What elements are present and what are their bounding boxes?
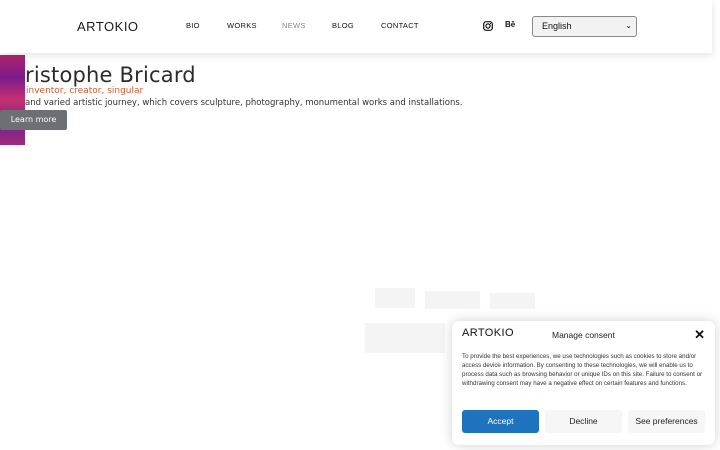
decline-button[interactable]: Decline [545,410,622,433]
consent-title: Manage consent [552,330,615,340]
behance-icon[interactable]: Bē [505,20,515,29]
hero-description: and varied artistic journey, which cover… [25,98,463,108]
nav-contact[interactable]: CONTACT [381,21,419,30]
nav-works[interactable]: WORKS [227,21,257,30]
language-selected: English [542,21,572,31]
hero-title: ristophe Bricard [25,63,196,87]
accept-button[interactable]: Accept [462,410,539,433]
cookie-consent-dialog: ARTOKIO Manage consent ✕ To provide the … [452,321,715,445]
hero-subtitle: inventor, creator, singular [26,86,144,96]
learn-more-button[interactable]: Learn more [0,110,67,130]
chevron-down-icon: ⌄ [625,21,632,30]
nav-news[interactable]: NEWS [282,21,306,30]
instagram-icon[interactable] [483,21,493,31]
nav-blog[interactable]: BLOG [332,21,354,30]
site-header: ARTOKIO BIO WORKS NEWS BLOG CONTACT Bē E… [0,0,712,53]
site-logo[interactable]: ARTOKIO [77,19,139,34]
consent-text: To provide the best experiences, we use … [462,353,703,387]
close-icon[interactable]: ✕ [694,327,705,343]
language-select[interactable]: English ⌄ [532,16,637,37]
consent-logo: ARTOKIO [462,327,514,339]
hero-artwork-image [0,55,25,145]
see-preferences-button[interactable]: See preferences [628,410,705,433]
nav-bio[interactable]: BIO [186,21,200,30]
